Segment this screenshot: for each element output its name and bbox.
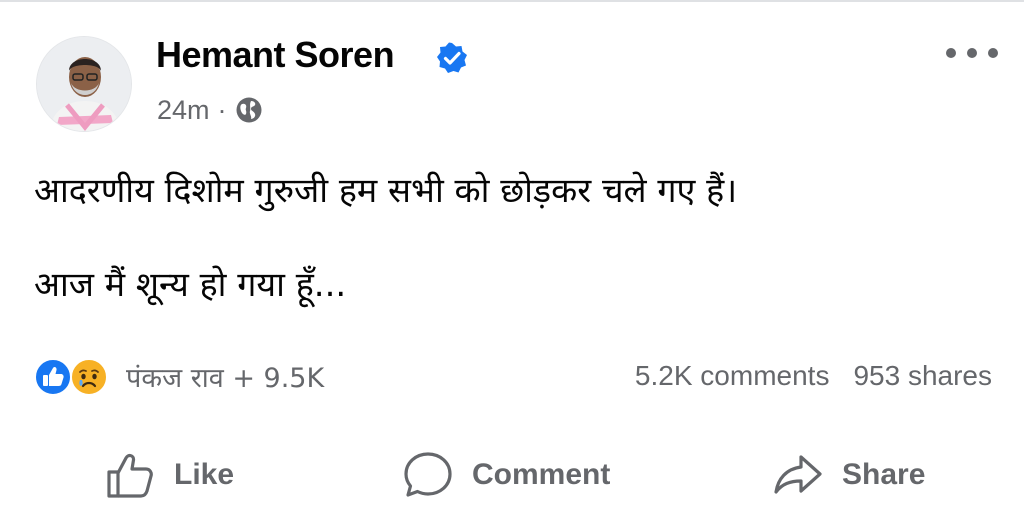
globe-icon[interactable] <box>235 96 263 124</box>
author-name[interactable]: Hemant Soren <box>156 34 395 76</box>
shares-count[interactable]: 953 shares <box>853 360 992 392</box>
comment-label: Comment <box>472 458 611 491</box>
post-action-bar: Like Comment Share <box>0 440 1024 510</box>
author-avatar[interactable] <box>36 36 132 132</box>
verified-badge-icon <box>437 42 467 73</box>
reactions-count[interactable]: पंकज राव + 9.5K <box>126 358 324 395</box>
post-text-line: आज मैं शून्य हो गया हूँ... <box>34 265 347 305</box>
like-reaction-icon <box>34 358 72 396</box>
more-dot-icon <box>946 48 956 58</box>
post-body: आदरणीय दिशोम गुरुजी हम सभी को छोड़कर चले… <box>34 168 994 308</box>
post-meta: 24m · <box>157 94 263 126</box>
engagement-counts: 5.2K comments 953 shares <box>635 358 992 394</box>
reaction-icons <box>34 356 116 396</box>
post-timestamp[interactable]: 24m <box>157 95 210 126</box>
share-arrow-icon <box>774 455 822 494</box>
post-text-line: आदरणीय दिशोम गुरुजी हम सभी को छोड़कर चले… <box>34 171 738 211</box>
meta-separator: · <box>217 94 227 125</box>
more-dot-icon <box>967 48 977 58</box>
comment-bubble-icon <box>404 452 452 497</box>
comments-count[interactable]: 5.2K comments <box>635 360 830 392</box>
share-label: Share <box>842 458 926 491</box>
share-button[interactable]: Share <box>772 440 925 510</box>
more-dot-icon <box>988 48 998 58</box>
sad-reaction-icon <box>70 358 108 396</box>
like-button[interactable]: Like <box>104 440 234 510</box>
reactions-summary[interactable]: पंकज राव + 9.5K <box>34 356 324 396</box>
top-divider <box>0 0 1024 2</box>
like-label: Like <box>174 458 235 491</box>
avatar-image <box>37 37 131 131</box>
comment-button[interactable]: Comment <box>402 440 610 510</box>
thumbs-up-icon <box>107 453 153 498</box>
more-options-button[interactable] <box>946 40 998 66</box>
